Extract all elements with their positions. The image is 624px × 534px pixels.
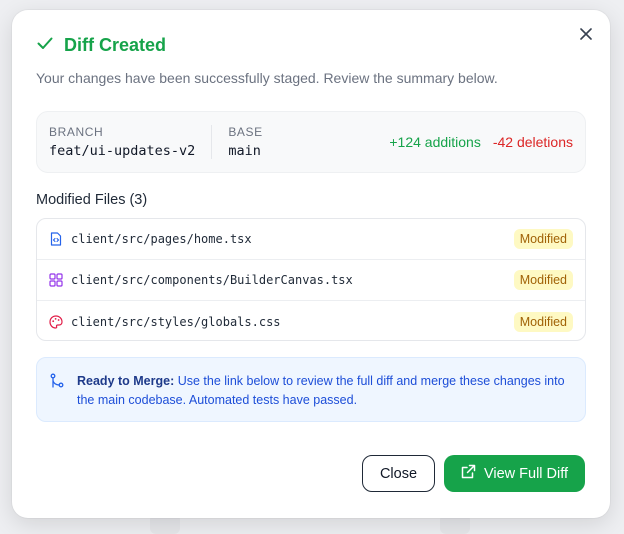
dialog-title: Diff Created: [64, 34, 167, 55]
dialog-subtitle: Your changes have been successfully stag…: [36, 70, 498, 86]
check-icon: [36, 34, 54, 57]
divider: [211, 125, 213, 159]
notice-heading: Ready to Merge:: [77, 374, 175, 388]
grid-icon: [49, 273, 63, 287]
view-full-diff-button[interactable]: View Full Diff: [444, 455, 585, 492]
status-badge: Modified: [513, 229, 573, 249]
deletions-count: -42 deletions: [492, 134, 573, 150]
file-path: client/src/pages/home.tsx: [71, 232, 252, 246]
diff-created-dialog: Diff Created Your changes have been succ…: [12, 10, 610, 518]
view-full-diff-label: View Full Diff: [483, 465, 569, 482]
git-merge-icon: [49, 373, 65, 389]
file-row[interactable]: client/src/pages/home.tsx Modified: [37, 219, 585, 260]
branch-label: BRANCH: [49, 125, 104, 139]
status-badge: Modified: [513, 311, 573, 332]
ready-to-merge-notice: Ready to Merge: Use the link below to re…: [36, 357, 586, 422]
base-value: main: [228, 143, 261, 159]
dialog-header: Diff Created Your changes have been succ…: [36, 34, 570, 87]
file-row[interactable]: client/src/styles/globals.css Modified: [37, 301, 585, 340]
branch-block: BRANCH feat/ui-updates-v2: [49, 125, 195, 159]
modified-files-list: client/src/pages/home.tsx Modified clien…: [36, 218, 586, 341]
branch-value: feat/ui-updates-v2: [49, 143, 196, 159]
external-link-icon: [461, 464, 476, 483]
palette-icon: [49, 314, 63, 329]
code-file-icon: [49, 232, 63, 246]
notice-text: Ready to Merge: Use the link below to re…: [77, 372, 573, 421]
close-button[interactable]: Close: [362, 455, 435, 492]
file-row[interactable]: client/src/components/BuilderCanvas.tsx …: [37, 260, 585, 301]
file-path: client/src/components/BuilderCanvas.tsx: [71, 273, 353, 287]
close-icon[interactable]: [578, 26, 594, 42]
diff-stats: +124 additions -42 deletions: [389, 134, 573, 150]
modified-files-title: Modified Files (3): [36, 192, 148, 208]
status-badge: Modified: [513, 270, 573, 290]
branch-summary-card: BRANCH feat/ui-updates-v2 BASE main +124…: [36, 111, 586, 173]
file-path: client/src/styles/globals.css: [71, 314, 281, 329]
additions-count: +124 additions: [389, 134, 481, 150]
base-label: BASE: [228, 125, 263, 139]
base-block: BASE main: [228, 125, 262, 159]
